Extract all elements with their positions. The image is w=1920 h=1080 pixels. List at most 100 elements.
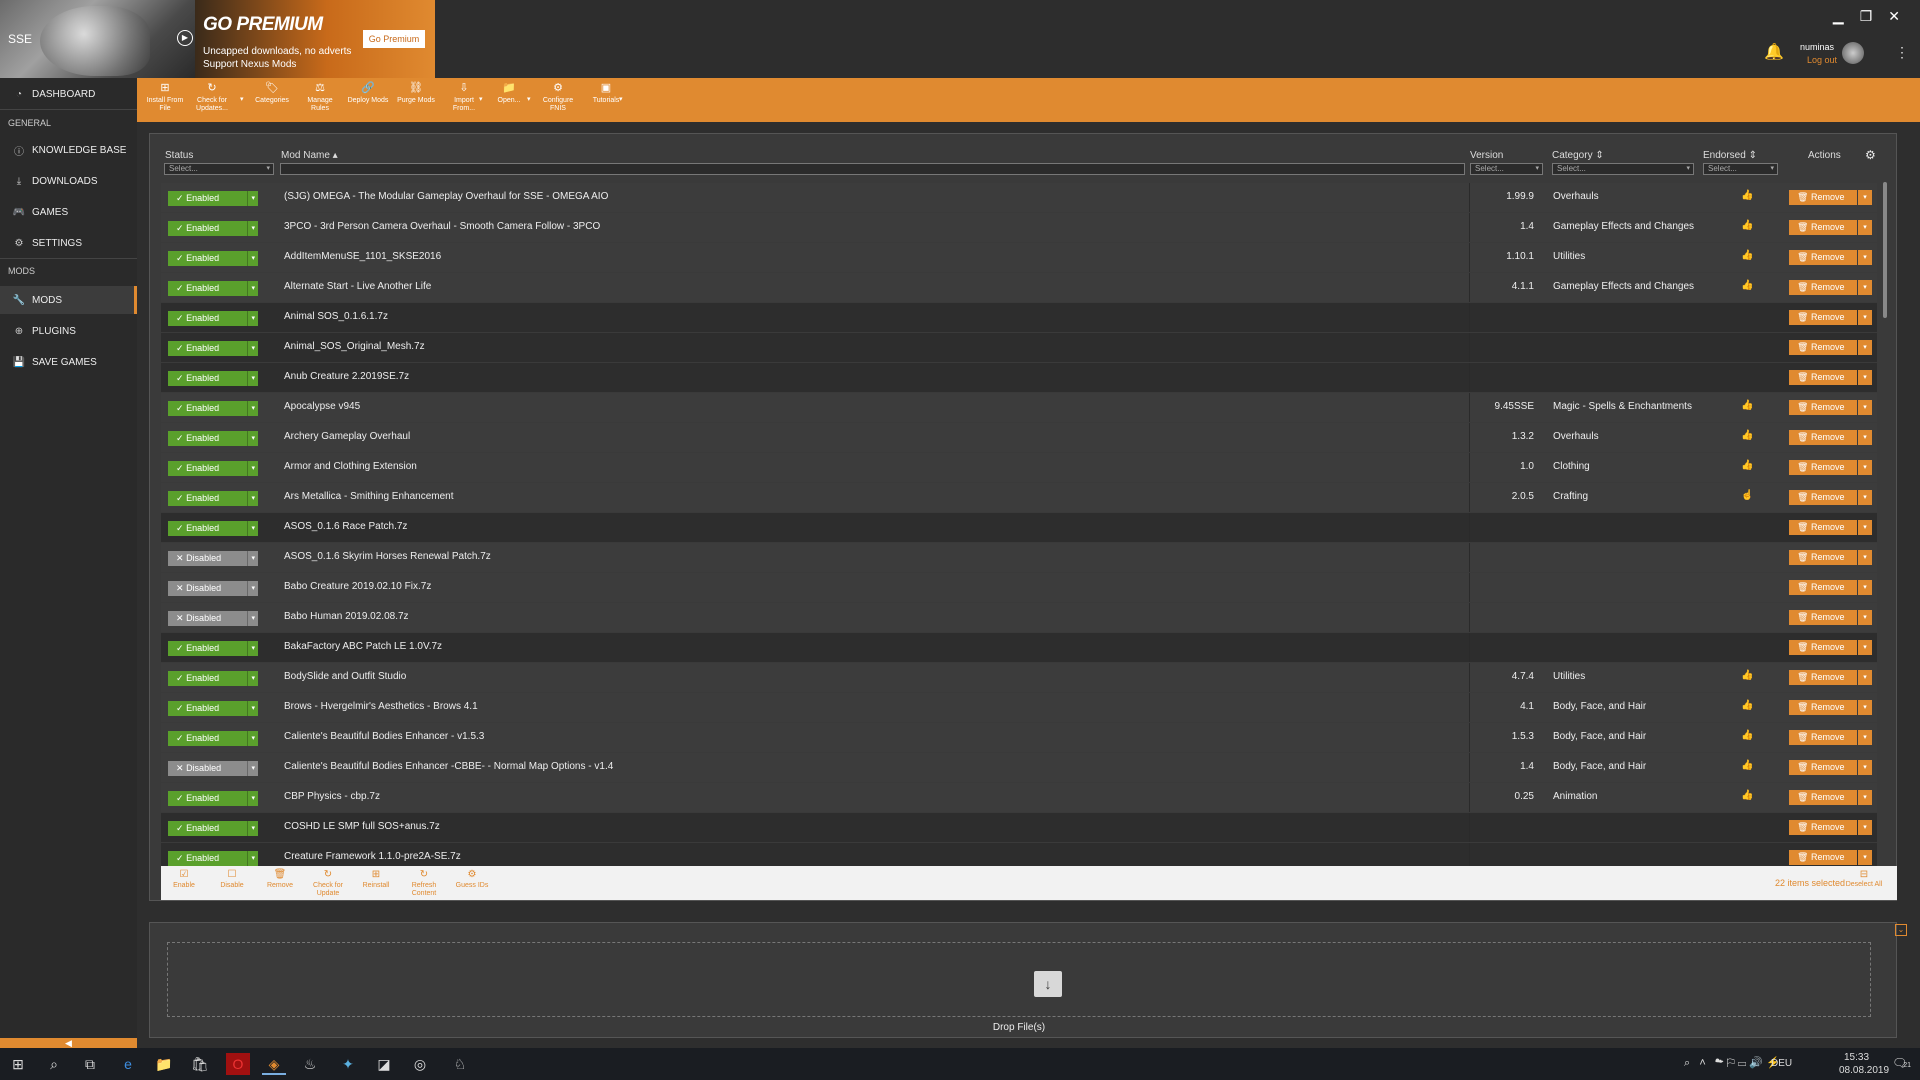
thumbs-up-icon[interactable]: 👍 — [1741, 400, 1753, 411]
thumbs-up-icon[interactable]: 👍 — [1741, 460, 1753, 471]
remove-button[interactable]: 🗑 Remove — [1789, 850, 1857, 865]
sidebar-item-knowledge-base[interactable]: ⓘ KNOWLEDGE BASE — [0, 136, 137, 164]
vortex-app-icon[interactable]: ◈ — [262, 1053, 286, 1075]
chevron-down-icon[interactable]: ▾ — [527, 95, 531, 103]
thumbs-up-icon[interactable]: 👍 — [1741, 730, 1753, 741]
remove-button[interactable]: 🗑 Remove — [1789, 340, 1857, 355]
status-toggle[interactable]: ✕ Disabled ▾ — [168, 761, 258, 776]
status-toggle[interactable]: ✓ Enabled ▾ — [168, 641, 258, 656]
categories-button[interactable]: 🏷 Categories — [248, 82, 296, 105]
chevron-down-icon[interactable]: ▾ — [1858, 280, 1872, 295]
thumbs-up-icon[interactable]: 👍 — [1741, 190, 1753, 201]
column-header-category[interactable]: Category ⇕ — [1552, 150, 1604, 161]
chevron-down-icon[interactable]: ▾ — [1858, 250, 1872, 265]
chevron-down-icon[interactable]: ▾ — [240, 95, 244, 103]
chevron-down-icon[interactable]: ▾ — [247, 221, 258, 236]
table-row[interactable]: ✓ Enabled ▾ Alternate Start - Live Another… — [161, 273, 1877, 302]
chevron-down-icon[interactable]: ▾ — [1858, 370, 1872, 385]
table-row[interactable]: ✓ Enabled ▾ Caliente's Beautiful Bodies En… — [161, 723, 1877, 752]
chevron-down-icon[interactable]: ▾ — [619, 95, 623, 103]
sidebar-item-games[interactable]: 🎮 GAMES — [0, 198, 137, 226]
status-button[interactable]: ✓ Enabled — [168, 701, 248, 716]
app-icon[interactable]: ♘ — [448, 1053, 472, 1075]
status-button[interactable]: ✓ Enabled — [168, 251, 248, 266]
remove-button[interactable]: 🗑 Remove — [1789, 250, 1857, 265]
column-header-mod-name[interactable]: Mod Name ▴ — [281, 150, 338, 161]
kebab-menu-icon[interactable]: ⋮ — [1895, 44, 1909, 61]
chevron-down-icon[interactable]: ▾ — [247, 491, 258, 506]
chevron-down-icon[interactable]: ▾ — [1858, 400, 1872, 415]
thumbs-up-icon[interactable]: 👍 — [1741, 280, 1753, 291]
thumbs-up-icon[interactable]: 👍 — [1741, 250, 1753, 261]
table-row[interactable]: ✓ Enabled ▾ Archery Gameplay Overhaul 1.3.2… — [161, 423, 1877, 452]
open-button[interactable]: 📁 Open... — [485, 82, 533, 105]
task-view-icon[interactable]: ⧉ — [78, 1053, 102, 1075]
configure-fnis-button[interactable]: ⚙ Configure FNIS — [534, 82, 582, 113]
status-button[interactable]: ✓ Enabled — [168, 461, 248, 476]
table-row[interactable]: ✓ Enabled ▾ CBP Physics - cbp.7z 0.25 Animat… — [161, 783, 1877, 812]
chevron-down-icon[interactable]: ▾ — [247, 851, 258, 866]
table-row[interactable]: ✕ Disabled ▾ ASOS_0.1.6 Skyrim Horses Rene… — [161, 543, 1877, 572]
chevron-down-icon[interactable]: ▾ — [1858, 790, 1872, 805]
remove-button[interactable]: 🗑 Remove — [1789, 640, 1857, 655]
purge-mods-button[interactable]: ⛓ Purge Mods — [392, 82, 440, 105]
remove-button[interactable]: 🗑 Remove — [1789, 490, 1857, 505]
remove-button[interactable]: 🗑 Remove — [1789, 820, 1857, 835]
column-header-version[interactable]: Version — [1470, 150, 1503, 161]
mod-name-filter[interactable] — [280, 163, 1465, 175]
chevron-down-icon[interactable]: ▾ — [247, 341, 258, 356]
status-button[interactable]: ✓ Enabled — [168, 791, 248, 806]
chevron-down-icon[interactable]: ▾ — [1858, 610, 1872, 625]
table-row[interactable]: ✓ Enabled ▾ BakaFactory ABC Patch LE 1.0V.… — [161, 633, 1877, 662]
opera-browser-icon[interactable]: O — [226, 1053, 250, 1075]
remove-button[interactable]: 🗑 Remove — [1789, 280, 1857, 295]
status-toggle[interactable]: ✓ Enabled ▾ — [168, 431, 258, 446]
app-icon[interactable]: ◎ — [408, 1053, 432, 1075]
remove-button[interactable]: 🗑 Remove — [1789, 610, 1857, 625]
status-toggle[interactable]: ✓ Enabled ▾ — [168, 311, 258, 326]
thumbs-up-icon[interactable]: 👍 — [1741, 790, 1753, 801]
maximize-icon[interactable]: ❐ — [1860, 8, 1873, 25]
bell-icon[interactable]: 🔔 — [1764, 42, 1784, 62]
chevron-down-icon[interactable]: ▾ — [247, 701, 258, 716]
remove-selected-button[interactable]: 🗑 Remove — [257, 869, 303, 890]
table-row[interactable]: ✓ Enabled ▾ Animal SOS_0.1.6.1.7z 🗑 Remove ▾ — [161, 303, 1877, 332]
remove-button[interactable]: 🗑 Remove — [1789, 670, 1857, 685]
install-from-file-button[interactable]: ⊞ Install From File — [141, 82, 189, 113]
status-toggle[interactable]: ✓ Enabled ▾ — [168, 791, 258, 806]
status-toggle[interactable]: ✓ Enabled ▾ — [168, 461, 258, 476]
status-button[interactable]: ✓ Enabled — [168, 341, 248, 356]
notification-center-icon[interactable]: 🗨21 — [1892, 1056, 1911, 1070]
file-explorer-icon[interactable]: 📁 — [152, 1053, 176, 1075]
chevron-down-icon[interactable]: ▾ — [247, 671, 258, 686]
category-filter[interactable]: Select... ▾ — [1552, 163, 1694, 175]
manage-rules-button[interactable]: ⚖ Manage Rules — [296, 82, 344, 113]
game-artwork[interactable]: SSE — [0, 0, 195, 78]
table-row[interactable]: ✓ Enabled ▾ Anub Creature 2.2019SE.7z 🗑 Rem… — [161, 363, 1877, 392]
thumbs-up-icon[interactable]: 👍 — [1741, 670, 1753, 681]
table-row[interactable]: ✕ Disabled ▾ Babo Creature 2019.02.10 Fix.… — [161, 573, 1877, 602]
thumbs-up-icon[interactable]: 👍 — [1741, 430, 1753, 441]
collapse-panel-icon[interactable]: ⌄ — [1895, 924, 1907, 936]
sidebar-item-save-games[interactable]: 💾 SAVE GAMES — [0, 348, 137, 376]
status-button[interactable]: ✕ Disabled — [168, 761, 248, 776]
status-toggle[interactable]: ✓ Enabled ▾ — [168, 401, 258, 416]
table-settings-gear-icon[interactable]: ⚙ — [1865, 148, 1876, 162]
status-toggle[interactable]: ✓ Enabled ▾ — [168, 371, 258, 386]
status-button[interactable]: ✕ Disabled — [168, 611, 248, 626]
status-toggle[interactable]: ✓ Enabled ▾ — [168, 521, 258, 536]
remove-button[interactable]: 🗑 Remove — [1789, 190, 1857, 205]
app-icon[interactable]: ◪ — [372, 1053, 396, 1075]
chevron-down-icon[interactable]: ▾ — [1858, 520, 1872, 535]
status-button[interactable]: ✓ Enabled — [168, 311, 248, 326]
chevron-down-icon[interactable]: ▾ — [1858, 670, 1872, 685]
close-icon[interactable]: ✕ — [1888, 8, 1900, 25]
chevron-down-icon[interactable]: ▾ — [1858, 580, 1872, 595]
drop-zone[interactable]: ↓ Drop File(s) — [167, 942, 1871, 1033]
chevron-down-icon[interactable]: ▾ — [1858, 430, 1872, 445]
table-row[interactable]: ✓ Enabled ▾ (SJG) OMEGA - The Modular Game… — [161, 183, 1877, 212]
guess-ids-button[interactable]: ⚙ Guess IDs — [449, 869, 495, 890]
chevron-down-icon[interactable]: ▾ — [247, 791, 258, 806]
scrollbar-thumb[interactable] — [1883, 182, 1887, 318]
sidebar-item-plugins[interactable]: ⊕ PLUGINS — [0, 317, 137, 345]
